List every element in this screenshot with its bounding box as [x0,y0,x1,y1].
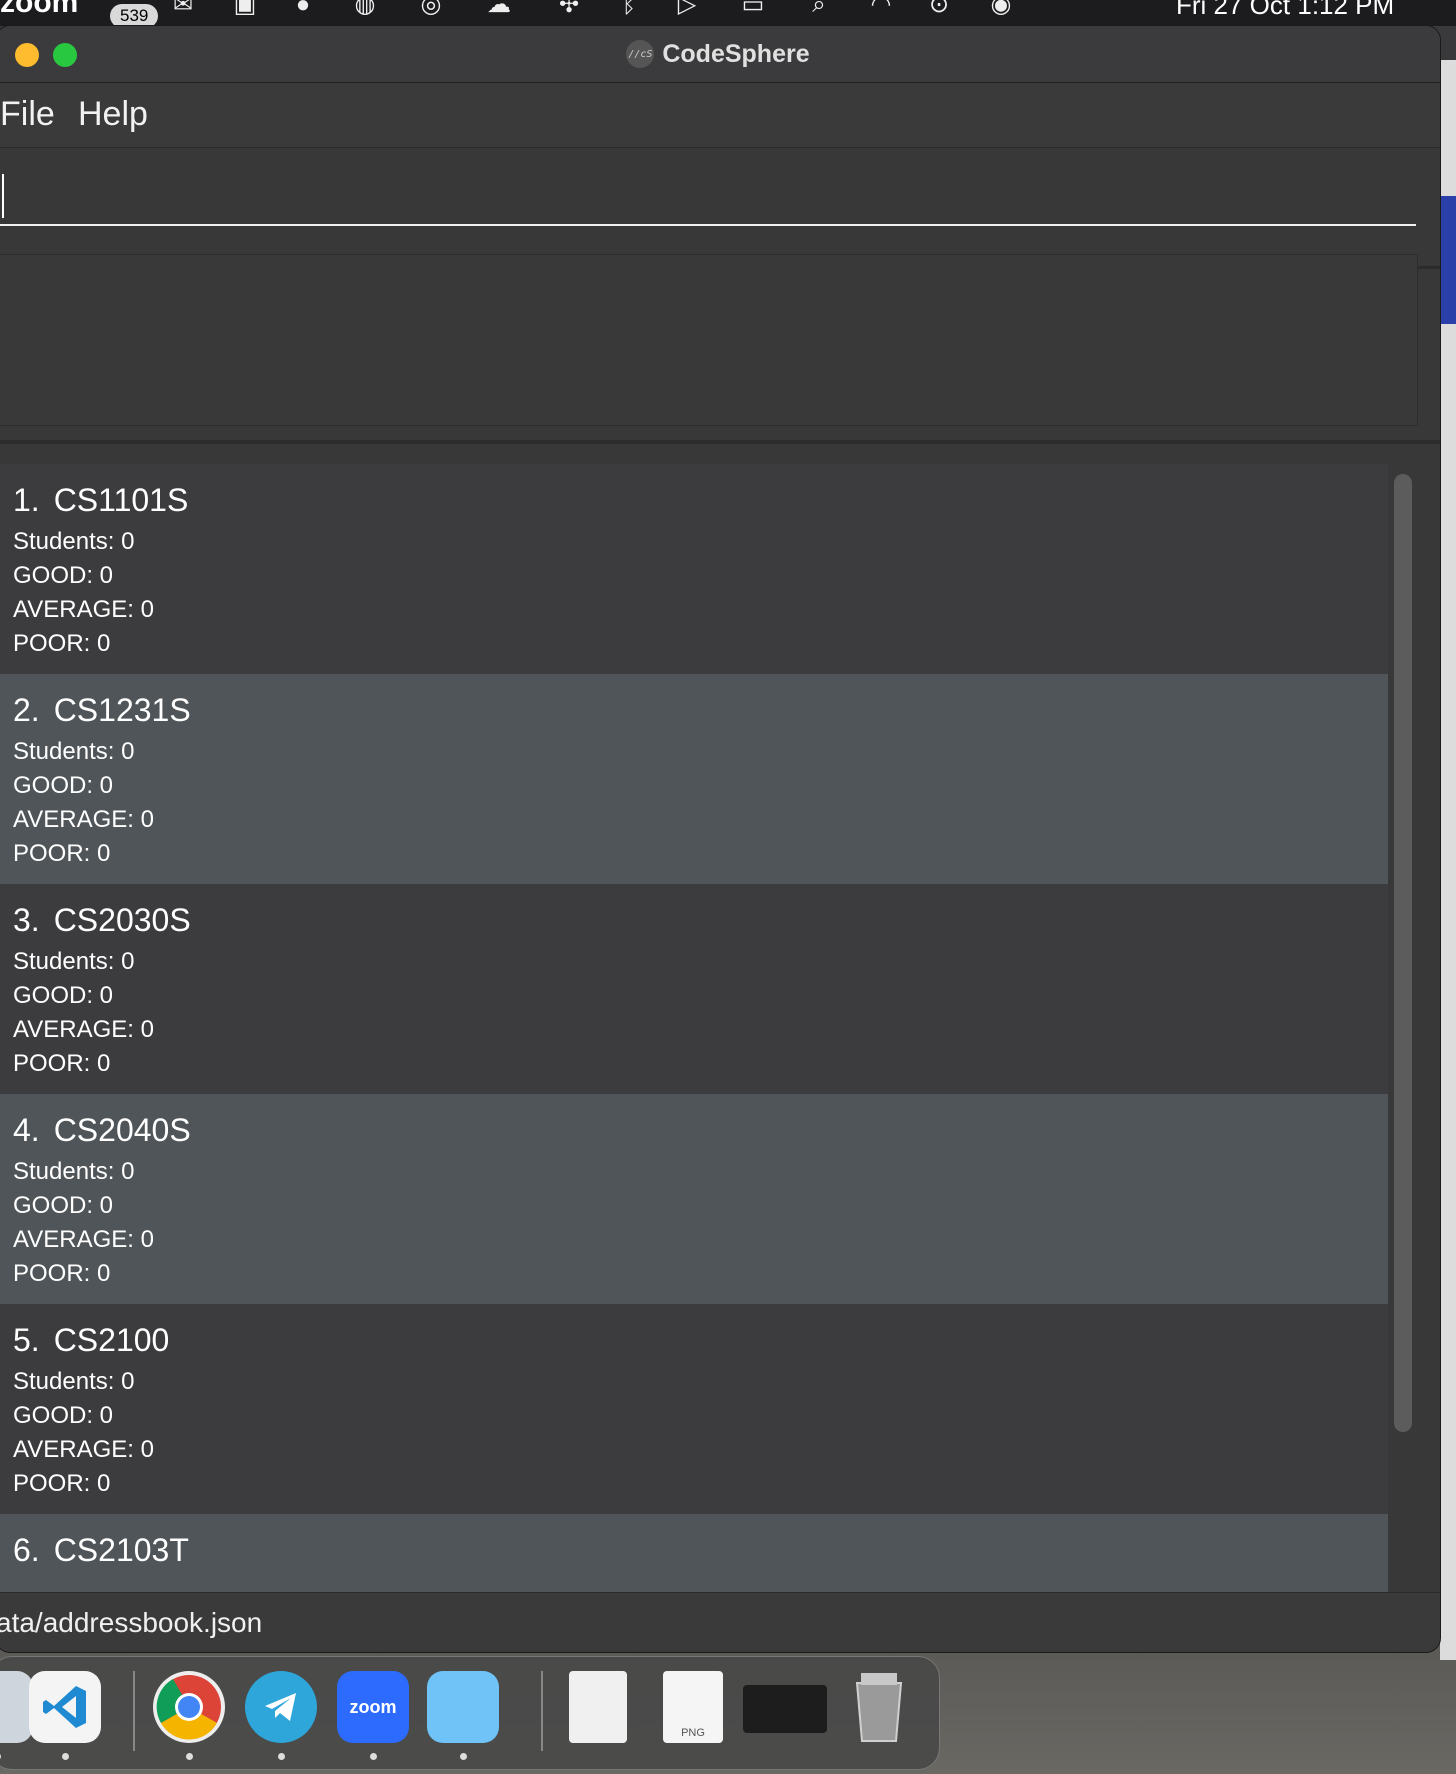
menu-help[interactable]: Help [78,95,148,134]
notification-badge: 539 [110,4,159,28]
save-location-path: ata/addressbook.json [0,1607,263,1638]
document-stack-icon[interactable] [569,1671,627,1743]
good-count: GOOD: 0 [13,1192,114,1219]
dock-divider [133,1671,135,1751]
app-logo-icon: //cS [626,40,655,68]
course-index: 2. [13,692,40,728]
siri-icon[interactable]: ◉ [986,0,1016,18]
running-indicator [460,1753,467,1760]
poor-count: POOR: 0 [13,1470,111,1497]
average-count: AVERAGE: 0 [13,1226,154,1253]
target-icon[interactable]: ◎ [416,0,446,18]
poor-count: POOR: 0 [13,630,111,657]
course-index: 3. [13,902,40,938]
dock: zoom PNG [0,1656,940,1770]
title-group: //cS CodeSphere [0,26,1440,82]
vscode-icon[interactable] [29,1671,101,1743]
course-code: CS1231S [53,692,191,728]
folder-icon[interactable] [427,1671,499,1743]
telegram-icon[interactable] [245,1671,317,1743]
command-input[interactable] [0,168,1416,226]
record-icon[interactable]: ● [288,0,318,18]
background-window-edge [1440,60,1456,1660]
running-indicator [186,1753,193,1760]
mail-icon[interactable]: ✉ [168,0,198,18]
average-count: AVERAGE: 0 [13,1016,154,1043]
png-file-icon[interactable]: PNG [663,1671,723,1743]
battery-icon[interactable]: ▭ [738,0,768,18]
course-index: 6. [13,1532,40,1568]
course-card[interactable]: 4. CS2040S Students: 0 GOOD: 0 AVERAGE: 0… [0,1094,1388,1304]
average-count: AVERAGE: 0 [13,1436,154,1463]
app-window: //cS CodeSphere File Help 1. CS1101S Stud… [0,26,1440,1652]
running-indicator [278,1753,285,1760]
background-window-accent [1440,196,1456,324]
course-card[interactable]: 3. CS2030S Students: 0 GOOD: 0 AVERAGE: 0… [0,884,1388,1094]
course-code: CS2040S [53,1112,191,1148]
png-label: PNG [681,1727,705,1739]
bluetooth-icon[interactable]: ᛒ [614,0,644,18]
students-count: Students: 0 [13,948,135,975]
menubar-clock[interactable]: Fri 27 Oct 1:12 PM [1176,0,1394,21]
poor-count: POOR: 0 [13,1050,111,1077]
macos-menu-bar: zoom 539 ✉ ▣ ● ◍ ◎ ☁ ✣ ᛒ ▷ ▭ ⌕ ◠ ⊙ ◉ Fri… [0,0,1456,28]
cloud-icon[interactable]: ☁ [484,0,514,18]
play-icon[interactable]: ▷ [672,0,702,18]
course-index: 5. [13,1322,40,1358]
students-count: Students: 0 [13,528,135,555]
good-count: GOOD: 0 [13,1402,114,1429]
average-count: AVERAGE: 0 [13,596,154,623]
course-card[interactable]: 1. CS1101S Students: 0 GOOD: 0 AVERAGE: 0… [0,464,1388,674]
course-code: CS2100 [53,1322,170,1358]
running-indicator [370,1753,377,1760]
menu-bar: File Help [0,83,1440,148]
fan-icon[interactable]: ✣ [554,0,584,18]
students-count: Students: 0 [13,1158,135,1185]
poor-count: POOR: 0 [13,840,111,867]
course-index: 1. [13,482,40,518]
course-list[interactable]: 1. CS1101S Students: 0 GOOD: 0 AVERAGE: 0… [0,464,1388,1600]
course-card[interactable]: 5. CS2100 Students: 0 GOOD: 0 AVERAGE: 0 … [0,1304,1388,1514]
course-code: CS2103T [53,1532,189,1568]
control-center-icon[interactable]: ⊙ [924,0,954,18]
good-count: GOOD: 0 [13,982,114,1009]
panel-divider [0,440,1440,444]
running-indicator [62,1753,69,1760]
globe-icon[interactable]: ◍ [350,0,380,18]
dock-divider [541,1671,543,1751]
course-card[interactable]: 6. CS2103T [0,1514,1388,1600]
wifi-icon[interactable]: ◠ [866,0,896,18]
menu-file[interactable]: File [0,95,55,134]
archive-icon[interactable]: ▣ [230,0,260,18]
result-display [0,254,1418,426]
students-count: Students: 0 [13,738,135,765]
chrome-window-thumbnail[interactable] [743,1685,827,1733]
scrollbar-thumb[interactable] [1394,474,1412,1432]
course-index: 4. [13,1112,40,1148]
menubar-app-name[interactable]: zoom [0,0,78,20]
text-caret [2,174,4,218]
course-card[interactable]: 2. CS1231S Students: 0 GOOD: 0 AVERAGE: 0… [0,674,1388,884]
zoom-app-icon[interactable]: zoom [337,1671,409,1743]
window-title: CodeSphere [662,39,810,68]
course-code: CS1101S [53,482,189,518]
zoom-label: zoom [349,1696,397,1717]
status-bar: ata/addressbook.json [0,1592,1440,1652]
title-bar[interactable]: //cS CodeSphere [0,26,1440,83]
good-count: GOOD: 0 [13,562,114,589]
chrome-icon[interactable] [153,1671,225,1743]
average-count: AVERAGE: 0 [13,806,154,833]
trash-icon[interactable] [847,1671,911,1743]
running-indicator [0,1753,1,1760]
poor-count: POOR: 0 [13,1260,111,1287]
good-count: GOOD: 0 [13,772,114,799]
students-count: Students: 0 [13,1368,135,1395]
search-icon[interactable]: ⌕ [804,0,834,18]
course-code: CS2030S [53,902,191,938]
command-box [0,148,1440,269]
